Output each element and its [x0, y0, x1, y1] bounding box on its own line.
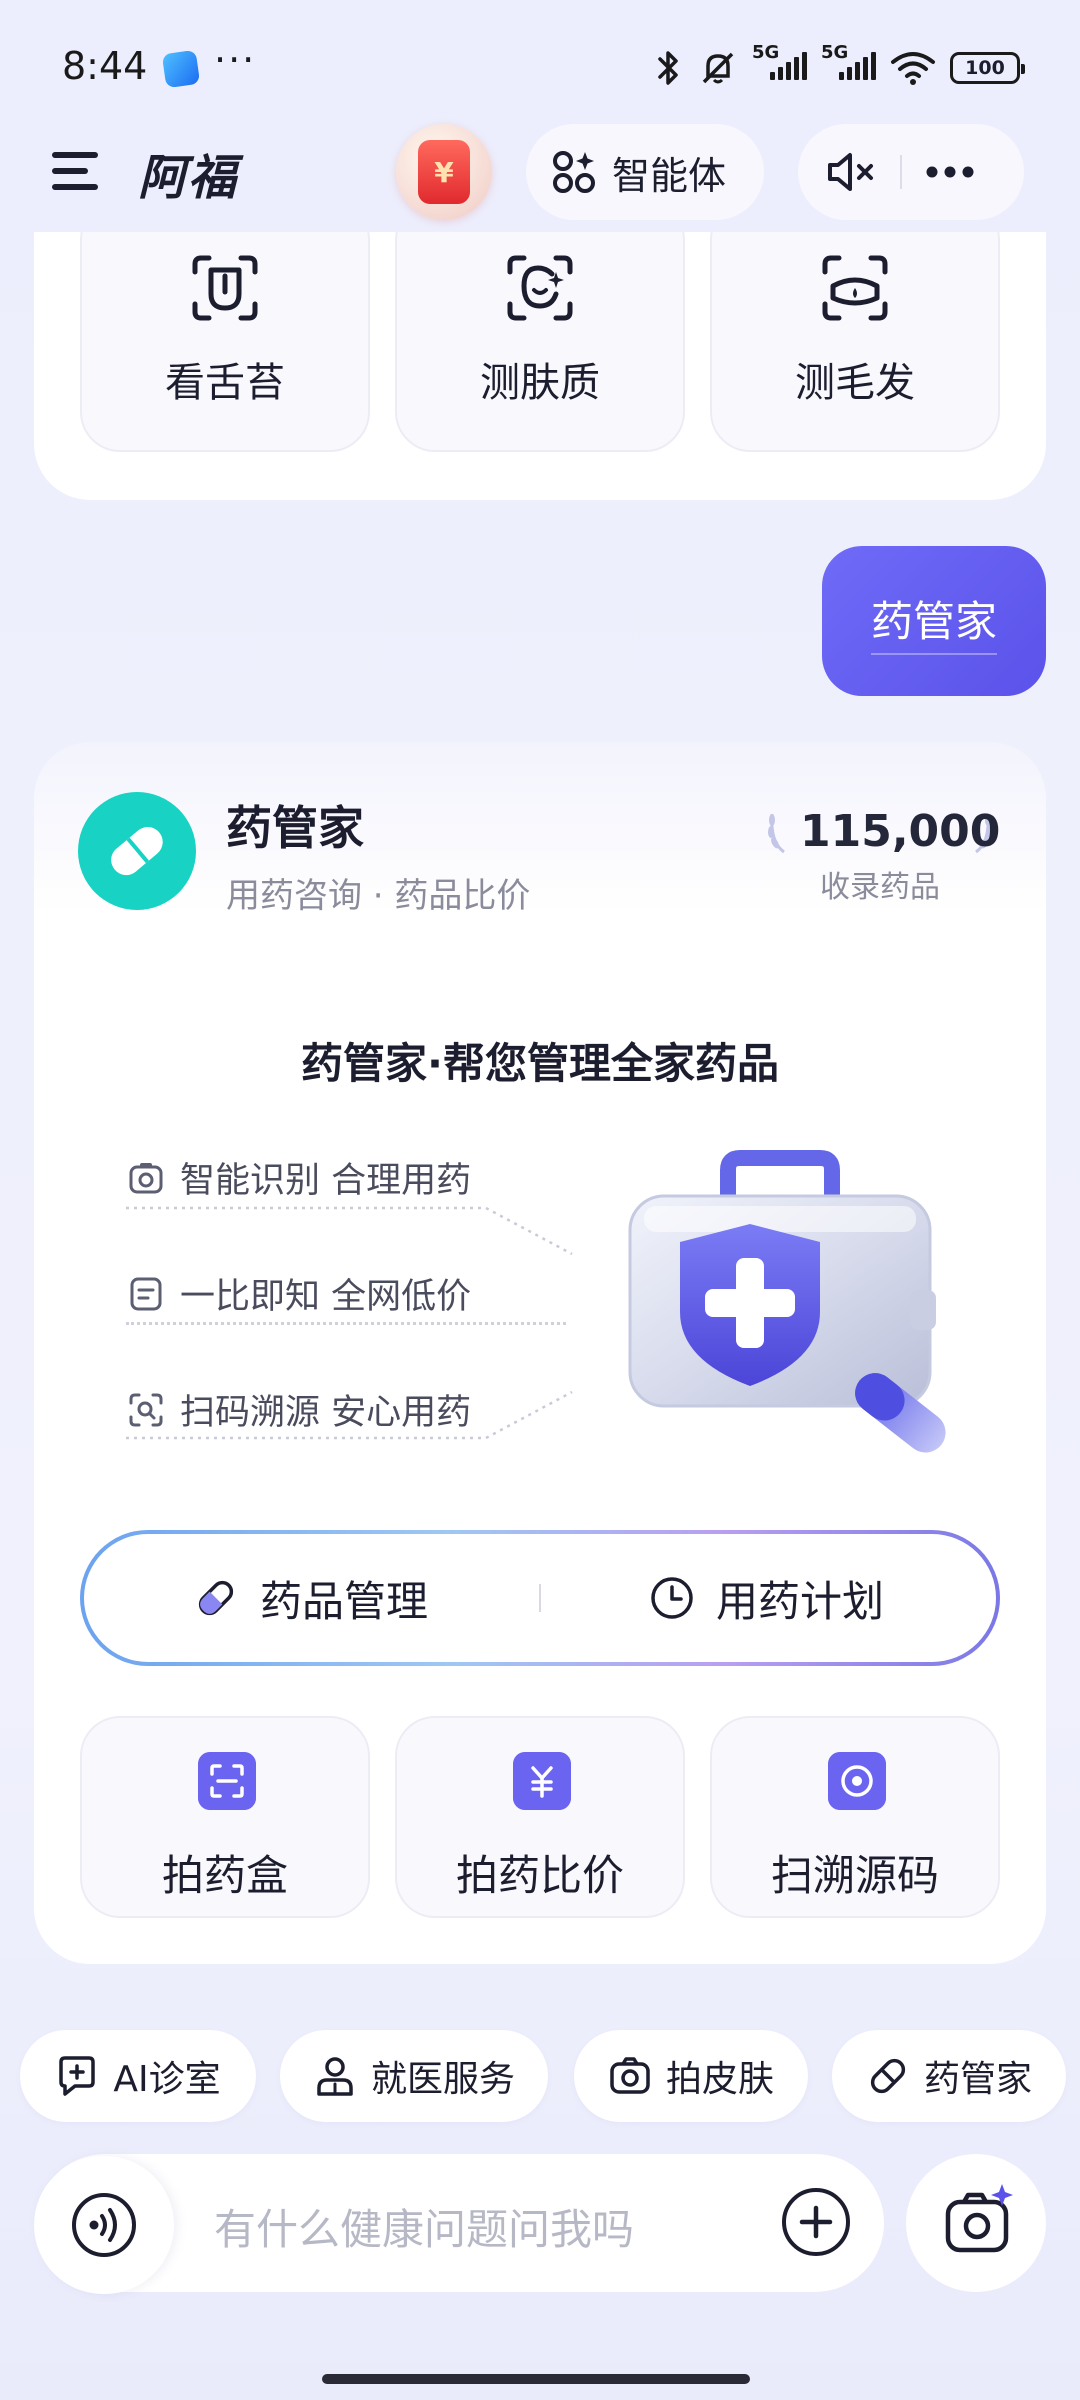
- feature-connector: [126, 1206, 573, 1256]
- document-icon: [130, 1277, 162, 1310]
- more-icon[interactable]: [924, 164, 976, 180]
- medication-plan-button[interactable]: 用药计划: [648, 1530, 884, 1666]
- home-indicator[interactable]: [322, 2374, 750, 2384]
- feature-connector: [126, 1390, 573, 1440]
- feature-connector: [126, 1322, 566, 1325]
- ai-camera-icon: [945, 2184, 1013, 2253]
- action-label: 扫溯源码: [770, 1851, 939, 1900]
- medication-plan-label: 用药计划: [716, 1576, 885, 1626]
- divider: [539, 1584, 541, 1612]
- capsule-icon: [111, 827, 163, 876]
- tool-label: 测肤质: [480, 360, 600, 406]
- user-message-bubble[interactable]: 药管家: [822, 546, 1046, 696]
- photo-price-compare-button[interactable]: 拍药比价: [395, 1716, 685, 1918]
- status-time: 8:44: [62, 44, 148, 88]
- pill-icon: [198, 1580, 234, 1616]
- chip-medical-service[interactable]: 就医服务: [280, 2030, 548, 2122]
- drug-count: 115,000: [800, 806, 1001, 857]
- user-message-text: 药管家: [870, 588, 997, 655]
- doctor-icon: [317, 2057, 353, 2096]
- feature-label: 一比即知 全网低价: [180, 1277, 472, 1317]
- chip-ai-clinic[interactable]: AI诊室: [20, 2030, 256, 2122]
- tool-skin[interactable]: 测肤质: [395, 200, 685, 452]
- voice-input-button[interactable]: [34, 2156, 174, 2294]
- feature-label: 智能识别 合理用药: [180, 1161, 472, 1201]
- feature-item: 一比即知 全网低价: [128, 1268, 471, 1319]
- header-controls: [798, 124, 1024, 220]
- tool-label: 看舌苔: [165, 360, 285, 406]
- hair-scan-icon: [822, 255, 888, 321]
- medicine-manage-label: 药品管理: [260, 1576, 429, 1626]
- yuan-coin-icon: ¥: [418, 140, 470, 204]
- agent-button[interactable]: 智能体: [526, 124, 764, 220]
- tool-hair[interactable]: 测毛发: [710, 200, 1000, 452]
- face-scan-icon: [507, 255, 573, 321]
- clock-icon: [651, 1577, 693, 1619]
- card-title: 药管家: [226, 801, 364, 855]
- camera-button[interactable]: [906, 2154, 1046, 2292]
- plus-icon: [799, 2205, 833, 2239]
- tool-label: 测毛发: [795, 360, 915, 406]
- status-bar: 8:44 ··· 5G 5G 100: [0, 0, 1080, 120]
- status-indicators: 5G 5G 100: [654, 42, 1025, 88]
- chat-plus-icon: [59, 2056, 96, 2096]
- chat-input-field[interactable]: 有什么健康问题问我吗: [214, 2196, 634, 2257]
- medicine-avatar: [78, 792, 196, 910]
- tool-tongue[interactable]: 看舌苔: [80, 200, 370, 452]
- scan-frame-icon: [198, 1752, 256, 1810]
- panel-title: 药管家·帮您管理全家药品: [301, 1039, 779, 1088]
- mute-speaker-icon[interactable]: [826, 150, 878, 194]
- chip-label: 药管家: [923, 2059, 1032, 2100]
- laurel-left-icon: [768, 813, 785, 854]
- signal-1: 5G: [752, 42, 807, 85]
- photo-medicine-box-button[interactable]: 拍药盒: [80, 1716, 370, 1918]
- camera-icon: [610, 2057, 650, 2094]
- drug-count-label: 收录药品: [820, 870, 940, 905]
- chip-medicine-assistant[interactable]: 药管家: [832, 2030, 1066, 2122]
- wifi-icon: [891, 52, 935, 85]
- chip-label: AI诊室: [113, 2059, 221, 2100]
- action-label: 拍药盒: [161, 1851, 288, 1900]
- battery-indicator: 100: [950, 52, 1025, 84]
- camera-icon: [129, 1162, 163, 1193]
- medicine-kit-illustration: [628, 1150, 946, 1453]
- divider: [900, 155, 902, 189]
- scan-trace-code-button[interactable]: 扫溯源码: [710, 1716, 1000, 1918]
- signal-2: 5G: [821, 42, 876, 85]
- chip-label: 就医服务: [370, 2059, 515, 2100]
- action-label: 拍药比价: [455, 1851, 624, 1900]
- chip-label: 拍皮肤: [665, 2059, 774, 2100]
- feature-item: 智能识别 合理用药: [128, 1152, 471, 1203]
- menu-button[interactable]: [48, 146, 108, 196]
- agent-grid-icon: [553, 151, 595, 193]
- red-packet-button[interactable]: ¥: [396, 124, 492, 220]
- target-icon: [828, 1752, 886, 1810]
- chip-photo-skin[interactable]: 拍皮肤: [574, 2030, 808, 2122]
- mute-bell-icon: [702, 52, 734, 84]
- app-brand: 阿福: [138, 150, 239, 206]
- card-subtitle: 用药咨询 · 药品比价: [226, 876, 531, 916]
- medicine-manage-button[interactable]: 药品管理: [192, 1530, 428, 1666]
- voice-wave-icon: [72, 2193, 136, 2257]
- tongue-scan-icon: [192, 255, 258, 321]
- add-button[interactable]: [782, 2188, 850, 2256]
- notification-app-icon: [161, 49, 201, 89]
- pill-icon: [870, 2058, 906, 2094]
- status-more-icon: ···: [214, 38, 257, 82]
- bluetooth-icon: [658, 51, 678, 85]
- agent-label: 智能体: [612, 153, 727, 198]
- yuan-icon: [513, 1752, 571, 1810]
